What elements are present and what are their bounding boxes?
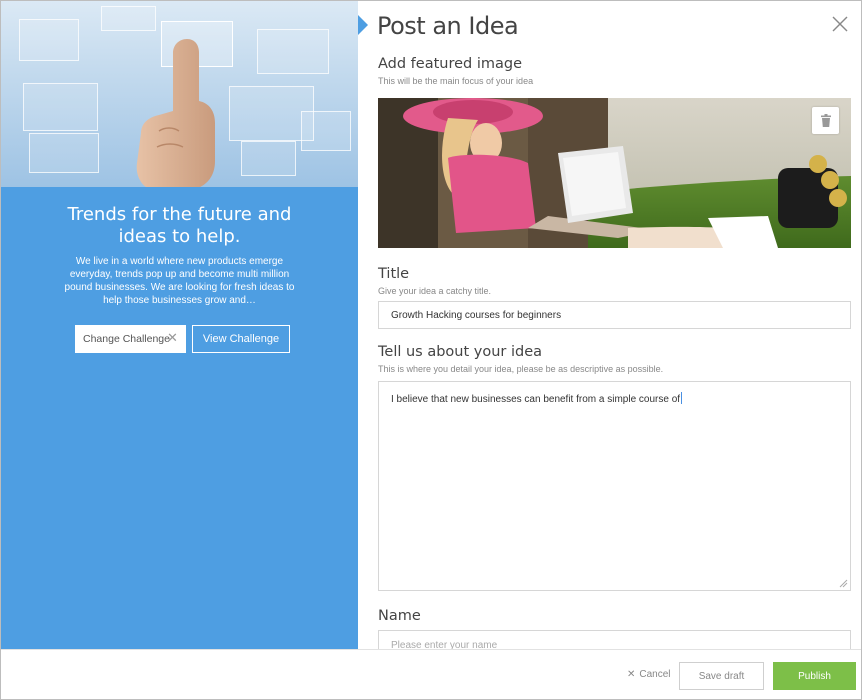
pointing-hand-icon [136,39,215,187]
cancel-button[interactable]: ✕ Cancel [627,669,671,680]
challenge-panel: Trends for the future and ideas to help.… [1,1,358,649]
challenge-title: Trends for the future and ideas to help. [67,204,292,247]
featured-image-label: Add featured image [378,56,523,72]
view-challenge-button[interactable]: View Challenge [192,325,290,353]
resize-handle-icon[interactable] [838,578,848,588]
post-idea-modal: Trends for the future and ideas to help.… [0,0,862,700]
about-textarea[interactable]: I believe that new businesses can benefi… [378,381,851,591]
about-label: Tell us about your idea [378,344,543,360]
panel-pointer [358,15,368,35]
delete-image-button[interactable] [812,107,839,134]
title-help: Give your idea a catchy title. [378,286,492,296]
featured-image-help: This will be the main focus of your idea [378,76,534,86]
publish-button[interactable]: Publish [773,662,856,690]
close-icon[interactable] [831,15,849,33]
about-text: I believe that new businesses can benefi… [391,394,681,405]
x-icon: ✕ [627,669,636,680]
title-input[interactable]: Growth Hacking courses for beginners [378,301,851,329]
change-challenge-label: Change Challenge [83,333,170,345]
about-help: This is where you detail your idea, plea… [378,364,664,374]
title-label: Title [378,266,410,282]
modal-title: Post an Idea [377,12,519,40]
name-label: Name [378,608,421,624]
clear-challenge-icon[interactable]: ✕ [167,331,179,345]
challenge-hero-image [1,1,358,187]
featured-image[interactable] [378,98,851,248]
featured-photo [378,98,851,248]
text-caret [681,392,683,404]
cancel-label: Cancel [639,669,671,680]
challenge-description: We live in a world where new products em… [64,256,295,306]
save-draft-button[interactable]: Save draft [679,662,764,690]
change-challenge-button[interactable]: Change Challenge ✕ [75,325,186,353]
trash-icon [820,114,831,127]
